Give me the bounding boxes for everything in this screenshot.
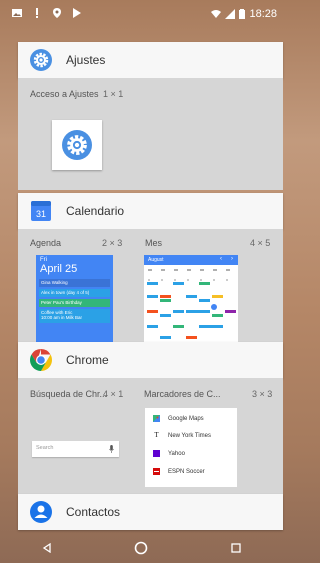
espn-icon [153, 468, 160, 475]
agenda-date: April 25 [40, 263, 78, 275]
status-time: 18:28 [249, 8, 277, 20]
microphone-icon[interactable] [109, 445, 114, 453]
chrome-app-icon [30, 349, 52, 371]
chrome-widgets-panel: Búsqueda de Chr... 4 × 1 Search Marcador… [18, 378, 283, 497]
search-placeholder: Search [36, 445, 54, 451]
app-header-chrome[interactable]: Chrome [18, 342, 283, 378]
settings-app-icon [30, 49, 52, 71]
recents-button[interactable] [216, 536, 256, 560]
back-triangle-icon [42, 542, 51, 553]
month-widget[interactable]: August ‹ › [144, 255, 238, 342]
widget-label: Marcadores de C... [144, 389, 221, 399]
agenda-widget[interactable]: Fri April 25 Gina Walking Alex in town (… [36, 255, 113, 342]
widget-label: Agenda [30, 238, 62, 248]
bookmarks-widget[interactable]: Google Maps T New York Times Yahoo ESPN … [145, 408, 237, 487]
month-header: August ‹ › [144, 255, 238, 265]
widget-size: 4 × 5 [250, 238, 271, 248]
settings-gear-icon [62, 130, 92, 160]
bookmark-label: New York Times [168, 432, 212, 439]
image-icon [12, 9, 22, 17]
widget-label: Mes [145, 238, 163, 248]
bookmark-label: Yahoo [168, 450, 185, 457]
google-maps-icon [153, 415, 160, 422]
chrome-search-widget[interactable]: Search [32, 441, 119, 457]
agenda-event[interactable]: Peter Pau's Birthday [39, 299, 110, 307]
app-header-ajustes[interactable]: Ajustes [18, 42, 283, 78]
signal-icon [225, 9, 236, 19]
app-name: Calendario [66, 204, 125, 218]
agenda-event-time: 10:00 am in Milk Bar [41, 315, 83, 320]
contacts-app-icon [30, 501, 52, 523]
battery-icon [239, 9, 246, 19]
widget-label: Búsqueda de Chr... [30, 389, 108, 399]
svg-text:31: 31 [36, 209, 46, 219]
app-name: Contactos [66, 505, 121, 519]
alert-icon [36, 8, 38, 18]
navigation-bar [0, 532, 283, 563]
status-bar: 18:28 [0, 0, 283, 28]
month-name: August [148, 257, 164, 263]
calendar-app-icon: 31 [30, 200, 52, 222]
month-grid [147, 269, 236, 339]
bookmark-item[interactable]: Google Maps [153, 415, 204, 422]
agenda-event-block[interactable]: Coffee with Eric 10:00 am in Milk Bar [39, 309, 110, 323]
play-icon [73, 8, 81, 18]
app-header-calendario[interactable]: 31 Calendario [18, 193, 283, 229]
home-circle-icon [135, 541, 148, 554]
calendario-widgets-panel: Agenda 2 × 3 Fri April 25 Gina Walking A… [18, 229, 283, 342]
widget-size: 1 × 1 [103, 89, 124, 99]
widget-size: 3 × 3 [252, 389, 273, 399]
agenda-event[interactable]: Alex in town (day 4 of 5) [39, 289, 110, 297]
widget-label: Acceso a Ajustes [30, 89, 99, 99]
bookmark-item[interactable]: T New York Times [153, 432, 211, 439]
wifi-icon [211, 10, 222, 18]
home-button[interactable] [121, 536, 161, 560]
ajustes-widgets-panel: Acceso a Ajustes 1 × 1 [18, 78, 283, 190]
recents-square-icon [231, 542, 241, 553]
back-button[interactable] [27, 536, 67, 560]
bookmark-label: Google Maps [168, 415, 204, 422]
app-header-contactos[interactable]: Contactos [18, 494, 283, 530]
agenda-event[interactable]: Gina Walking [39, 279, 110, 287]
bookmark-item[interactable]: ESPN Soccer [153, 468, 205, 475]
yahoo-icon [153, 450, 160, 457]
chevron-right-icon[interactable]: › [231, 256, 233, 262]
new-york-times-icon: T [154, 431, 159, 439]
chevron-left-icon[interactable]: ‹ [220, 256, 222, 262]
bookmark-item[interactable]: Yahoo [153, 450, 185, 457]
app-name: Ajustes [66, 53, 106, 67]
bookmark-label: ESPN Soccer [168, 468, 205, 475]
location-icon [53, 8, 61, 18]
app-name: Chrome [66, 353, 109, 367]
widget-size: 4 × 1 [103, 389, 124, 399]
settings-shortcut-widget[interactable] [52, 120, 102, 170]
widget-size: 2 × 3 [102, 238, 123, 248]
